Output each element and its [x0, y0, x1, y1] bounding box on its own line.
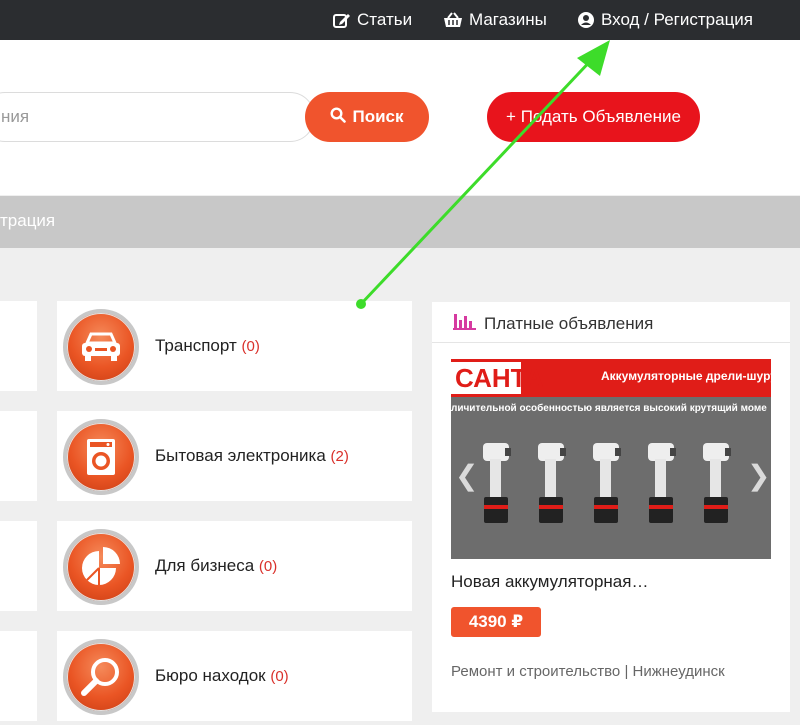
carousel-next-icon[interactable]: ❯ [747, 459, 770, 492]
category-transport[interactable]: Транспорт (0) [57, 301, 412, 391]
ad-price: 4390 ₽ [451, 607, 541, 637]
search-icon [330, 106, 347, 128]
nav-articles-label: Статьи [357, 10, 413, 29]
drill-graphic [483, 443, 511, 523]
divider [432, 342, 790, 343]
nav-shops-link[interactable]: Магазины [443, 0, 547, 40]
pie-chart-icon [63, 529, 139, 605]
category-count: (0) [258, 558, 278, 575]
category-label: Бытовая электроника (2) [155, 446, 349, 465]
search-button-label: Поиск [352, 107, 404, 126]
category-count: (0) [270, 668, 289, 685]
ad-image-subtitle: личительной особенностью является высоки… [451, 403, 767, 414]
breadcrumb-band [0, 196, 800, 248]
category-business[interactable]: Для бизнеса (0) [57, 521, 412, 611]
bar-chart-icon [452, 312, 478, 335]
category-count: (0) [241, 338, 260, 355]
nav-login-link[interactable]: Вход / Регистрация [577, 0, 753, 40]
washing-machine-icon [63, 419, 139, 495]
category-label: Для бизнеса (0) [155, 556, 278, 575]
search-input[interactable] [0, 92, 315, 142]
drill-graphic [538, 443, 566, 523]
paid-ads-title: Платные объявления [484, 313, 654, 333]
post-ad-button[interactable]: + Подать Объявление [487, 92, 700, 142]
basket-icon [443, 12, 463, 28]
nav-articles-link[interactable]: Статьи [333, 0, 412, 40]
nav-login-label: Вход / Регистрация [601, 10, 754, 29]
nav-shops-label: Магазины [469, 10, 547, 29]
drill-graphic [703, 443, 731, 523]
category-card[interactable] [0, 521, 37, 611]
magnifier-icon [63, 639, 139, 715]
drill-graphic [593, 443, 621, 523]
paid-ads-panel: Платные объявления САНТА Аккумуляторные … [432, 302, 790, 712]
ad-meta: Ремонт и строительство | Нижнеудинск [451, 663, 725, 680]
ad-title[interactable]: Новая аккумуляторная… [451, 572, 648, 592]
car-icon [63, 309, 139, 385]
category-label: Бюро находок (0) [155, 666, 289, 685]
ad-image[interactable]: САНТА Аккумуляторные дрели-шуруповё личи… [451, 359, 771, 559]
ad-image-brand: САНТА [451, 362, 544, 394]
band-text: трация [0, 211, 56, 230]
ad-image-slogan: Аккумуляторные дрели-шуруповё [601, 369, 771, 383]
edit-icon [333, 12, 351, 28]
drill-graphic [648, 443, 676, 523]
category-card[interactable] [0, 301, 37, 391]
category-electronics[interactable]: Бытовая электроника (2) [57, 411, 412, 501]
search-button[interactable]: Поиск [305, 92, 429, 142]
user-circle-icon [577, 11, 595, 29]
category-card[interactable] [0, 411, 37, 501]
category-label: Транспорт (0) [155, 336, 260, 355]
category-card[interactable] [0, 631, 37, 721]
carousel-prev-icon[interactable]: ❮ [455, 459, 478, 492]
category-lost-found[interactable]: Бюро находок (0) [57, 631, 412, 721]
category-count: (2) [330, 448, 349, 465]
paid-ads-header: Платные объявления [452, 312, 653, 335]
